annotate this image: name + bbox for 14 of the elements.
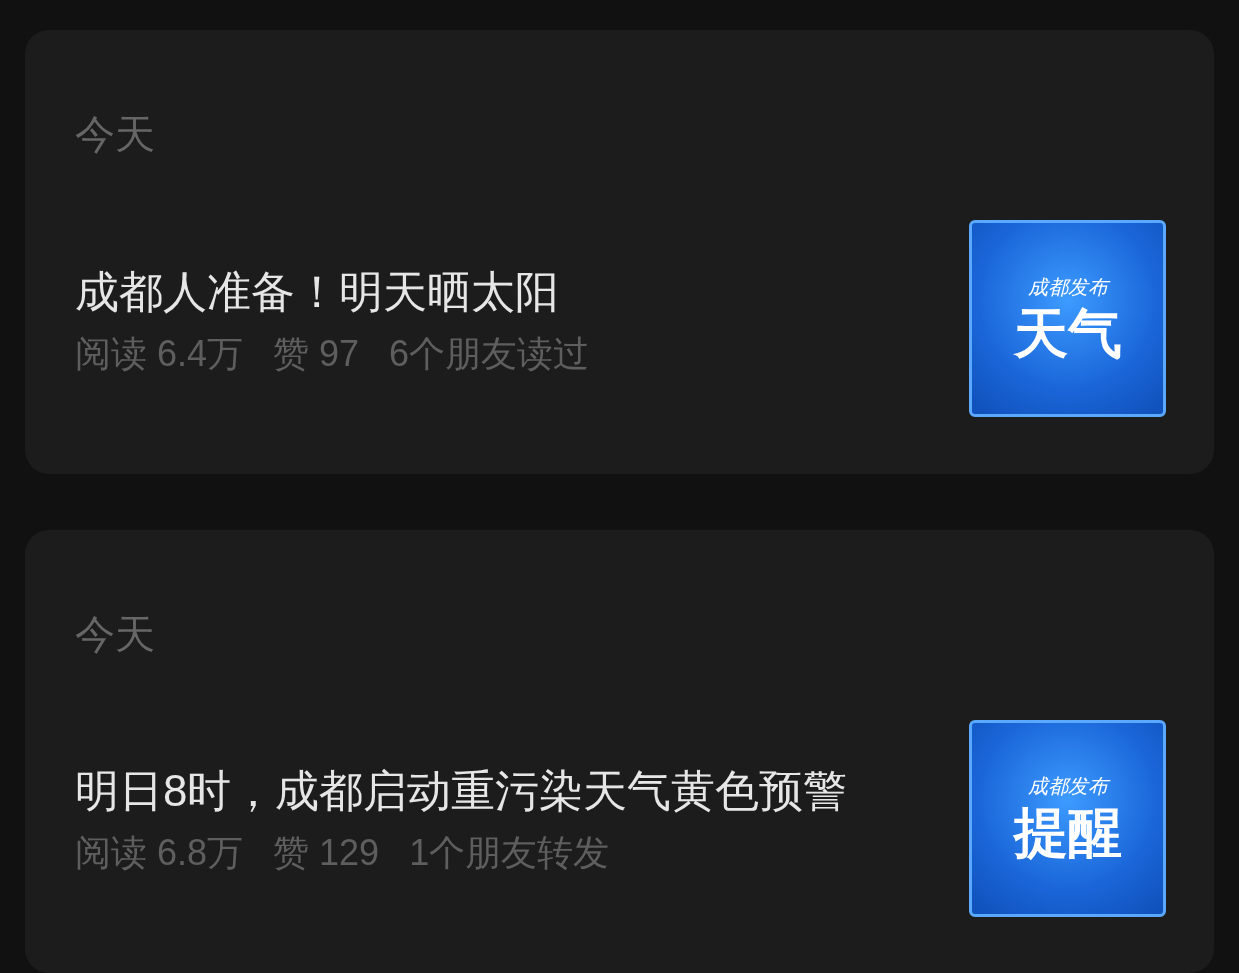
article-date: 今天 [75, 111, 155, 158]
article-stat: 1个朋友转发 [409, 831, 610, 875]
article-stat: 阅读 6.8万 [75, 831, 244, 875]
article-stat: 赞 129 [273, 831, 380, 875]
article-stat: 赞 97 [273, 331, 360, 376]
article-card[interactable]: 今天 成都人准备！明天晒太阳 阅读 6.4万 赞 97 6个朋友读过 成都发布 天气 [25, 30, 1214, 474]
article-title: 成都人准备！明天晒太阳 [75, 265, 560, 318]
article-title: 明日8时，成都启动重污染天气黄色预警 [75, 765, 849, 817]
cover-label: 提醒 [1013, 802, 1122, 862]
article-stat: 阅读 6.4万 [75, 331, 244, 376]
cover-label: 天气 [1013, 302, 1122, 363]
article-date: 今天 [75, 610, 155, 658]
article-stat: 6个朋友读过 [389, 331, 590, 376]
article-card[interactable]: 今天 明日8时，成都启动重污染天气黄色预警 阅读 6.8万 赞 129 1个朋友转发 成都发布 提醒 [25, 529, 1214, 973]
